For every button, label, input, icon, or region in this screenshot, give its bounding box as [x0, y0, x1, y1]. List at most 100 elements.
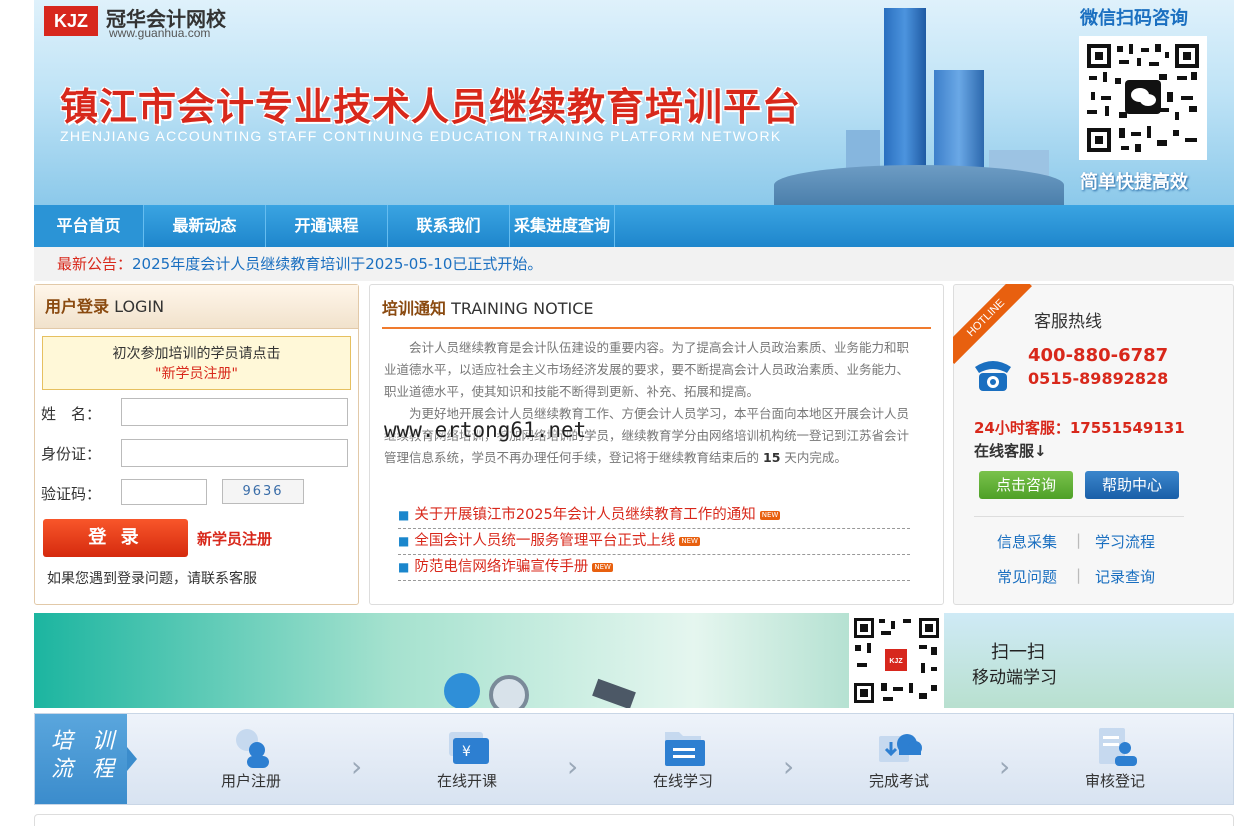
consult-button[interactable]: 点击咨询: [979, 471, 1073, 499]
main-nav: 平台首页 最新动态 开通课程 联系我们 采集进度查询: [34, 205, 1234, 247]
hotline-landline: 0515-89892828: [1028, 369, 1169, 388]
telephone-icon: [975, 361, 1011, 391]
announcement-label: 最新公告：: [57, 255, 133, 273]
nav-courses[interactable]: 开通课程: [266, 205, 388, 247]
captcha-image[interactable]: 9636: [222, 479, 304, 504]
film-icon: [592, 678, 636, 708]
captcha-row: 验证码： 9636: [41, 479, 304, 505]
training-para-1: 会计人员继续教育是会计队伍建设的重要内容。为了提高会计人员政治素质、业务能力和职…: [384, 340, 910, 399]
service-title: 客服热线: [1034, 312, 1102, 332]
captcha-label: 验证码：: [41, 485, 102, 503]
nav-home[interactable]: 平台首页: [34, 205, 144, 247]
first-time-register-link[interactable]: "新学员注册": [43, 364, 350, 384]
step-label: 完成考试: [868, 772, 929, 790]
new-badge: NEW: [759, 510, 781, 520]
chevron-right-icon: ›: [783, 750, 795, 783]
step-label: 在线学习: [652, 772, 713, 790]
help-center-button[interactable]: 帮助中心: [1085, 471, 1179, 499]
mobile-qr-code: KJZ: [849, 613, 944, 708]
bullet-icon: ■: [398, 560, 410, 574]
first-time-notice: 初次参加培训的学员请点击 "新学员注册": [42, 336, 351, 390]
chevron-right-icon: ›: [567, 750, 579, 783]
step-exam: 完成考试: [839, 714, 959, 804]
hotline-ribbon: HOTLINE: [953, 284, 1033, 364]
banner-scan-area: [944, 613, 1234, 708]
announcement-bar: 最新公告：2025年度会计人员继续教育培训于2025-05-10已正式开始。: [34, 247, 1234, 281]
training-links: ■ 关于开展镇江市2025年会计人员继续教育工作的通知 NEW ■ 全国会计人员统一服…: [398, 503, 910, 581]
nav-progress-query[interactable]: 采集进度查询: [510, 205, 615, 247]
notice-link[interactable]: ■ 防范电信网络诈骗宣传手册 NEW: [398, 555, 910, 581]
nav-news[interactable]: 最新动态: [144, 205, 266, 247]
separator: |: [1076, 566, 1082, 584]
step-review: 审核登记: [1055, 714, 1175, 804]
training-header: 培训通知 TRAINING NOTICE: [382, 297, 931, 329]
nav-contact[interactable]: 联系我们: [388, 205, 510, 247]
qr-code-icon: KJZ: [854, 618, 939, 703]
login-panel: 用户登录 LOGIN 初次参加培训的学员请点击 "新学员注册" 姓 名： 身份证…: [34, 284, 359, 605]
scan-text: 扫一扫: [991, 642, 1045, 663]
watermark-text: www.ertong61.net: [384, 418, 587, 442]
wechat-footer: 简单快捷高效: [1080, 172, 1188, 193]
svg-text:¥: ¥: [462, 744, 471, 760]
mobile-learning-banner[interactable]: KJZ 扫一扫 移动端学习: [34, 613, 1234, 708]
camera-icon: [489, 675, 529, 708]
bullet-icon: ■: [398, 534, 410, 548]
document-user-icon: [1099, 728, 1137, 766]
city-skyline-image: [774, 0, 1064, 205]
bullet-icon: ■: [398, 508, 410, 522]
name-row: 姓 名：: [41, 398, 348, 426]
process-label: 培 训 流 程: [35, 714, 127, 804]
qr-code-icon: [1085, 42, 1201, 154]
next-section-edge: [34, 814, 1234, 826]
separator: |: [1076, 531, 1082, 549]
svg-text:KJZ: KJZ: [889, 658, 903, 665]
chevron-right-icon: ›: [999, 750, 1011, 783]
id-card-input[interactable]: [121, 439, 348, 467]
name-label: 姓 名：: [41, 405, 102, 423]
announcement-text[interactable]: 2025年度会计人员继续教育培训于2025-05-10已正式开始。: [132, 255, 542, 273]
training-notice-panel: 培训通知 TRAINING NOTICE 会计人员继续教育是会计队伍建设的重要内…: [369, 284, 944, 605]
login-header: 用户登录 LOGIN: [35, 285, 358, 329]
record-query-link[interactable]: 记录查询: [1095, 566, 1155, 587]
step-label: 用户注册: [220, 772, 281, 790]
faq-link[interactable]: 常见问题: [997, 566, 1057, 587]
cloud-download-icon: [879, 734, 922, 762]
folder-icon: [665, 732, 705, 766]
id-label: 身份证：: [41, 445, 102, 463]
hotline-400: 400-880-6787: [1028, 345, 1169, 366]
register-link[interactable]: 新学员注册: [197, 528, 272, 549]
login-button[interactable]: 登 录: [43, 519, 188, 557]
new-badge: NEW: [592, 562, 613, 572]
name-input[interactable]: [121, 398, 348, 426]
platform-title: 镇江市会计专业技术人员继续教育培训平台: [60, 85, 802, 129]
training-title: 培训通知: [382, 299, 447, 318]
chevron-right-icon: ›: [351, 750, 363, 783]
step-online-study: 在线学习: [623, 714, 743, 804]
login-help-text: 如果您遇到登录问题，请联系客服: [47, 571, 257, 587]
login-title-en: LOGIN: [114, 297, 165, 316]
study-flow-link[interactable]: 学习流程: [1095, 531, 1155, 552]
mobile-learning-text: 移动端学习: [972, 668, 1057, 688]
info-collect-link[interactable]: 信息采集: [997, 531, 1057, 552]
logo-url: www.guanhua.com: [109, 26, 211, 40]
new-badge: NEW: [679, 536, 700, 546]
user-register-icon: [236, 729, 269, 768]
logo-badge[interactable]: KJZ: [44, 6, 98, 36]
notice-link[interactable]: ■ 关于开展镇江市2025年会计人员继续教育工作的通知 NEW: [398, 503, 910, 529]
platform-subtitle: ZHENJIANG ACCOUNTING STAFF CONTINUING ED…: [60, 128, 782, 144]
first-time-text: 初次参加培训的学员请点击: [112, 346, 281, 362]
hotline-24h: 24小时客服：17551549131: [974, 419, 1185, 437]
step-register: 用户注册: [191, 714, 311, 804]
divider: [974, 516, 1184, 517]
training-process: 培 训 流 程 用户注册 › ¥ 在线开课 › 在线学习 › 完成考试 › 审核…: [34, 713, 1234, 805]
step-open-course: ¥ 在线开课: [407, 714, 527, 804]
header-banner: KJZ 冠华会计网校 www.guanhua.com 镇江市会计专业技术人员继续…: [34, 0, 1234, 205]
step-label: 在线开课: [436, 772, 497, 790]
notice-link[interactable]: ■ 全国会计人员统一服务管理平台正式上线 NEW: [398, 529, 910, 555]
training-title-en: TRAINING NOTICE: [451, 299, 594, 318]
captcha-input[interactable]: [121, 479, 207, 505]
login-title: 用户登录: [45, 297, 110, 316]
wechat-qr-code: [1079, 36, 1207, 160]
wechat-title: 微信扫码咨询: [1080, 8, 1188, 29]
customer-service-panel: HOTLINE 客服热线 400-880-6787 0515-89892828 …: [953, 284, 1234, 605]
